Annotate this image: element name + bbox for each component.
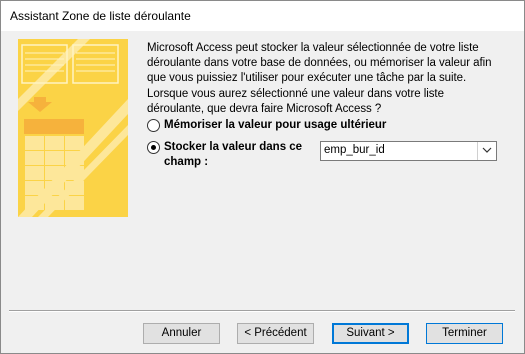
field-combo-box[interactable]: emp_bur_id [320, 141, 497, 161]
option-store-in-field[interactable]: Stocker la valeur dans ce champ : [147, 140, 317, 172]
window-title: Assistant Zone de liste déroulante [10, 9, 191, 23]
radio-store-in-field[interactable] [147, 141, 160, 154]
dropdown-arrow-button[interactable] [477, 142, 496, 160]
previous-button[interactable]: < Précédent [237, 323, 314, 344]
chevron-down-icon [482, 147, 492, 153]
next-button[interactable]: Suivant > [332, 323, 409, 344]
wizard-dialog: Assistant Zone de liste déroulante Micro… [0, 0, 525, 354]
finish-button[interactable]: Terminer [426, 323, 503, 344]
field-combo-value: emp_bur_id [324, 144, 385, 156]
wizard-description: Microsoft Access peut stocker la valeur … [147, 42, 492, 115]
radio-remember-value[interactable] [147, 119, 160, 132]
title-bar: Assistant Zone de liste déroulante [1, 1, 524, 31]
cancel-button[interactable]: Annuler [143, 323, 220, 344]
option-remember-value[interactable]: Mémoriser la valeur pour usage ultérieur [147, 118, 387, 134]
radio-selected-dot [151, 145, 156, 150]
option-store-label[interactable]: Stocker la valeur dans ce champ : [164, 140, 314, 170]
option-remember-label[interactable]: Mémoriser la valeur pour usage ultérieur [164, 118, 386, 133]
lookup-wizard-illustration [18, 39, 128, 217]
button-separator [9, 310, 515, 312]
